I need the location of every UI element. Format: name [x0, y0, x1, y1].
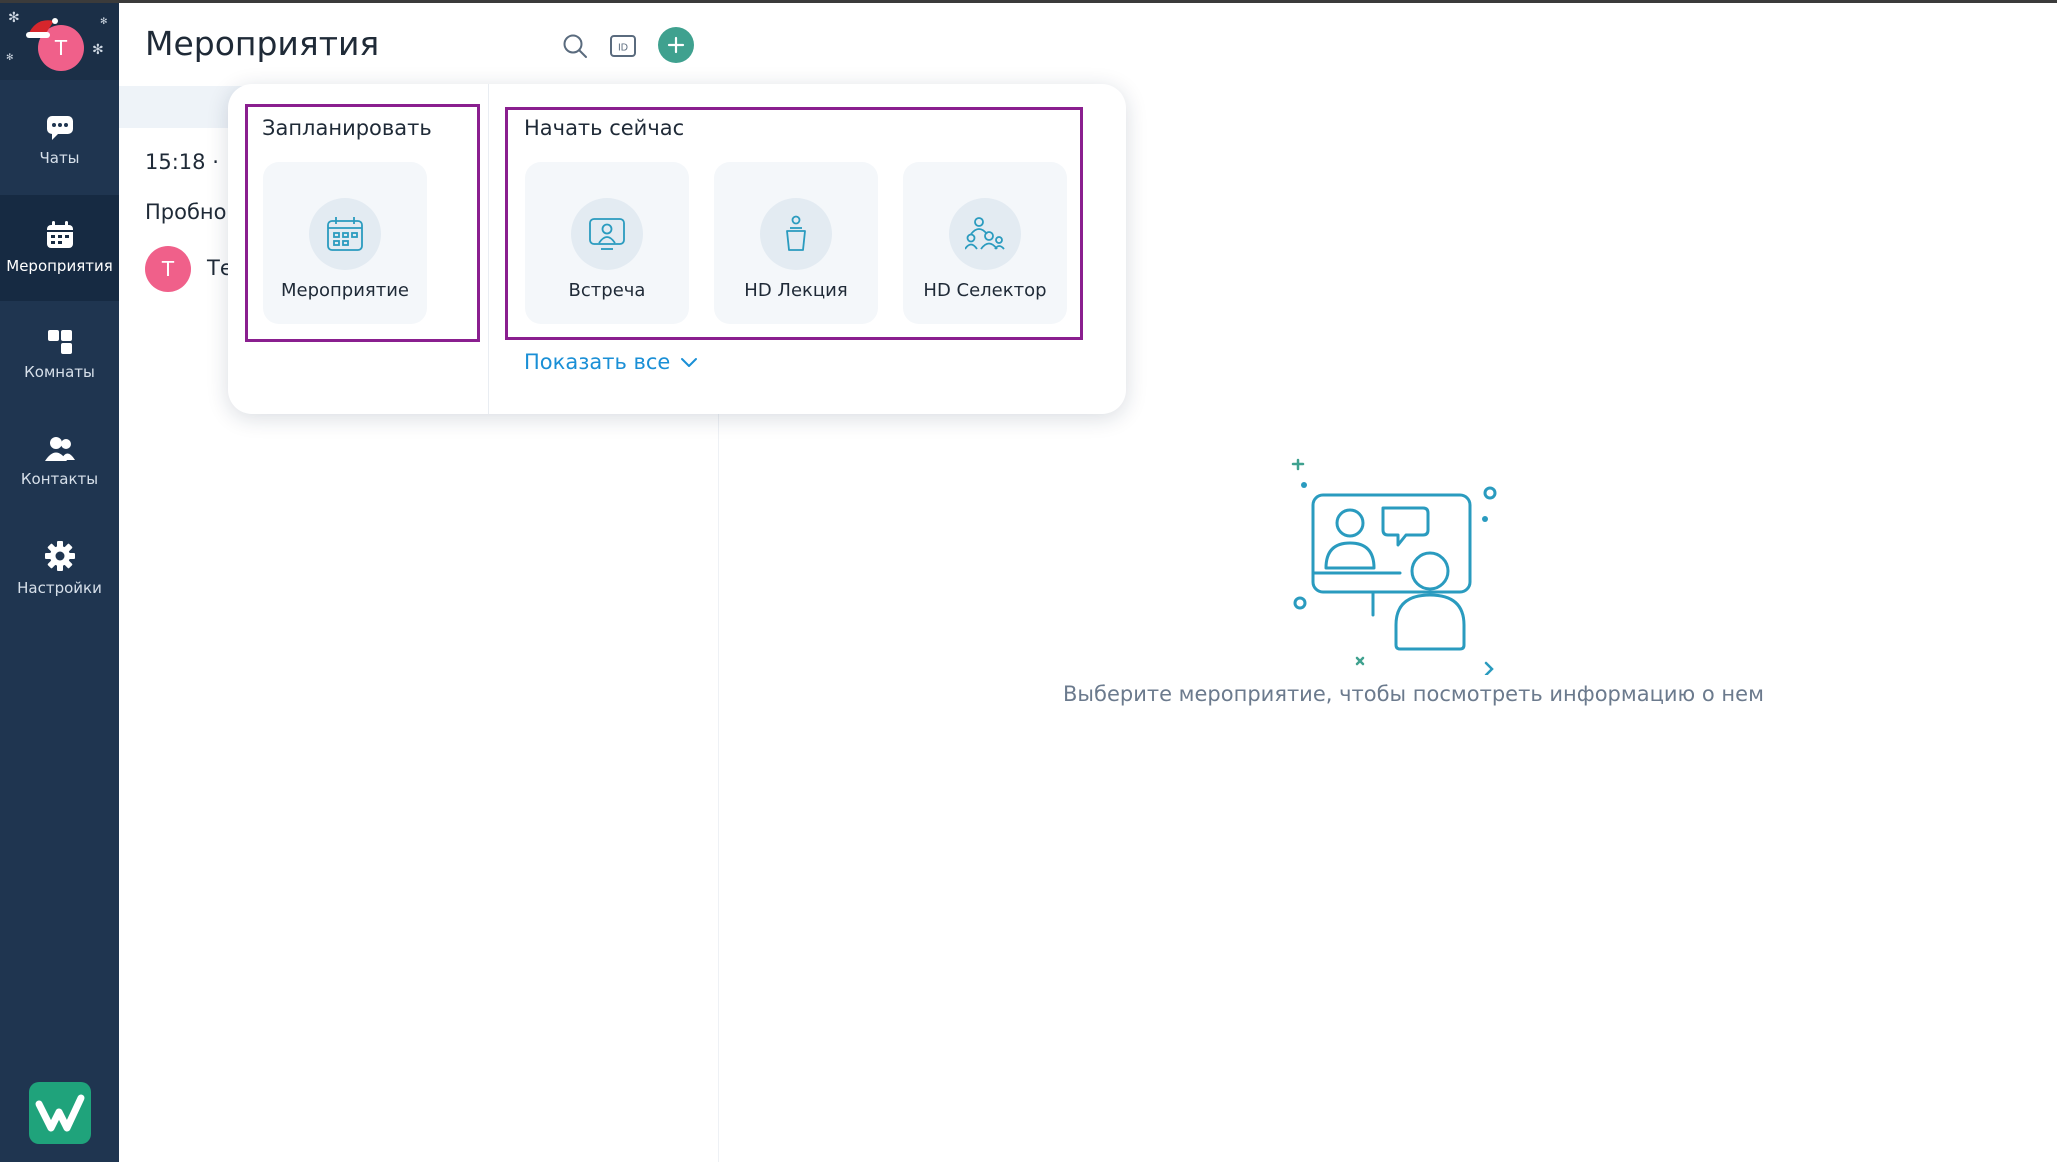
sidebar-item-label: Мероприятия [6, 257, 113, 275]
card-label: Мероприятие [280, 280, 410, 301]
card-icon-circle [949, 198, 1021, 270]
lecture-icon [786, 215, 806, 251]
start-now-section-title: Начать сейчас [524, 116, 685, 140]
sidebar-item-label: Контакты [20, 470, 99, 488]
svg-text:ID: ID [618, 43, 628, 54]
page-title: Мероприятия [145, 24, 380, 63]
snowflake-icon: ✻ [8, 10, 20, 26]
sidebar-item-label: Чаты [39, 149, 80, 167]
sidebar-item-label: Комнаты [24, 363, 95, 381]
plus-icon [667, 36, 685, 54]
sidebar-item-contacts[interactable]: Контакты [0, 409, 119, 515]
schedule-section-title: Запланировать [262, 116, 432, 140]
search-button[interactable] [560, 31, 590, 61]
santa-hat-icon [26, 18, 58, 38]
profile-area[interactable]: ✻ ✻ ✻ ✻ T [0, 3, 119, 80]
card-label: HD Лекция [744, 280, 848, 301]
chevron-down-icon [681, 358, 698, 367]
snowflake-icon: ✻ [6, 53, 14, 63]
selector-icon [965, 217, 1005, 250]
snowflake-icon: ✻ [100, 17, 108, 27]
logo-icon [35, 1094, 85, 1132]
sidebar-item-settings[interactable]: Настройки [0, 516, 119, 622]
calendar-grid-icon [327, 217, 363, 251]
card-label: Встреча [568, 280, 646, 301]
video-conference-illustration [1291, 458, 1497, 675]
calendar-icon [46, 221, 73, 248]
meeting-icon [589, 218, 625, 250]
search-icon [563, 34, 587, 58]
add-event-button[interactable] [658, 27, 694, 63]
id-icon: ID [610, 35, 636, 57]
card-icon-circle [309, 198, 381, 270]
start-hd-selector-card[interactable]: HD Селектор [903, 162, 1067, 324]
show-all-label: Показать все [524, 350, 671, 374]
chat-icon [46, 116, 73, 140]
event-title[interactable]: Пробно [145, 200, 227, 224]
card-icon-circle [571, 198, 643, 270]
card-label: HD Селектор [923, 280, 1047, 301]
event-participant-avatar: T [145, 246, 191, 292]
contacts-icon [44, 437, 75, 461]
sidebar-item-label: Настройки [17, 579, 102, 597]
popup-divider [488, 84, 489, 414]
gear-icon [44, 541, 75, 571]
schedule-event-card[interactable]: Мероприятие [263, 162, 427, 324]
app-logo [29, 1082, 91, 1144]
window-top-border [0, 0, 2057, 3]
sidebar: ✻ ✻ ✻ ✻ T Чаты Мероприятия Комнаты Конта… [0, 3, 119, 1162]
start-meeting-card[interactable]: Встреча [525, 162, 689, 324]
sidebar-item-events[interactable]: Мероприятия [0, 195, 119, 301]
event-time: 15:18 · [145, 150, 219, 174]
snowflake-icon: ✻ [92, 42, 104, 58]
rooms-icon [47, 330, 72, 354]
card-icon-circle [760, 198, 832, 270]
join-by-id-button[interactable]: ID [608, 31, 638, 61]
show-all-link[interactable]: Показать все [524, 350, 698, 374]
start-hd-lecture-card[interactable]: HD Лекция [714, 162, 878, 324]
sidebar-item-rooms[interactable]: Комнаты [0, 302, 119, 408]
empty-state-text: Выберите мероприятие, чтобы посмотреть и… [1063, 682, 1764, 706]
sidebar-item-chats[interactable]: Чаты [0, 88, 119, 194]
